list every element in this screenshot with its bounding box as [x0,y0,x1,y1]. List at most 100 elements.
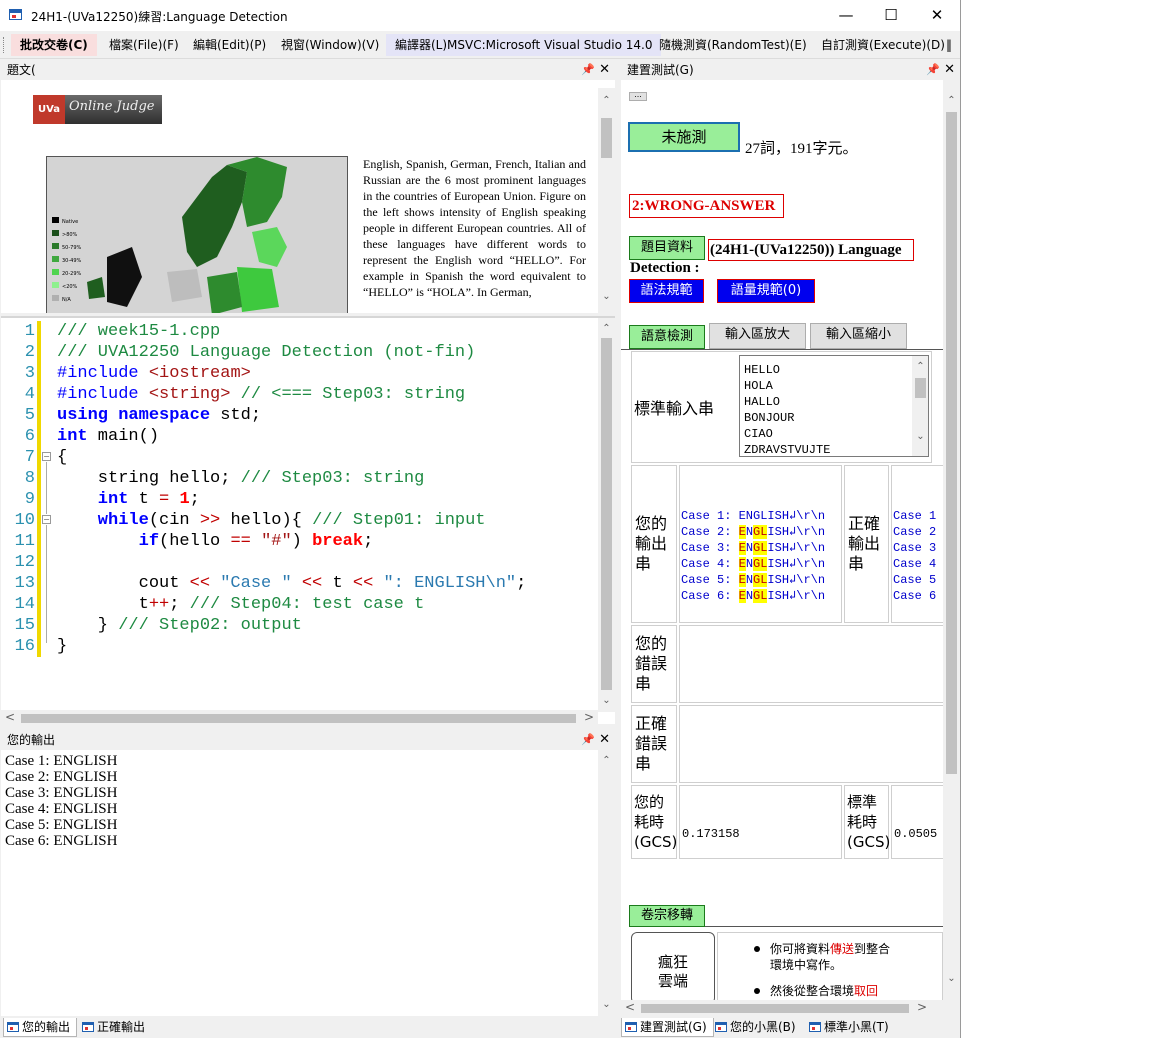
correct-error-cell [679,705,943,783]
stdin-scrollbar[interactable]: ⌃ ⌄ [912,356,928,456]
code-line: cout << "Case " << t << ": ENGLISH\n"; [57,574,527,593]
scroll-left-icon[interactable]: < [625,1000,635,1014]
close-button[interactable]: ✕ [914,0,960,31]
scroll-thumb[interactable] [21,714,576,723]
panel-close-icon[interactable]: ✕ [944,60,955,80]
menu-file[interactable]: 檔案(File)(F) [100,34,188,56]
menu-submit[interactable]: 批改交卷(C) [11,34,97,56]
code-line: } /// Step02: output [57,616,302,635]
menu-random-test[interactable]: 隨機測資(RandomTest)(E) [650,34,816,56]
menu-edit[interactable]: 編輯(Edit)(P) [184,34,275,56]
panel-close-icon[interactable]: ✕ [599,730,610,750]
scroll-thumb[interactable] [601,118,612,158]
bullet-icon [754,946,760,952]
output-line: Case 1: ENGLISH [5,753,118,769]
grammar-rules-button[interactable]: 語法規範 [629,279,704,303]
not-tested-button[interactable]: 未施測 [628,122,740,152]
scroll-up-icon[interactable]: ⌃ [912,358,928,375]
your-time-label-cell: 您的耗時(GCS) [631,785,677,859]
scroll-down-icon[interactable]: ⌄ [912,428,928,445]
scroll-down-icon[interactable]: ⌄ [598,996,615,1013]
minimize-button[interactable]: — [823,0,869,31]
change-indicator-bar [37,321,41,657]
code-line: /// week15-1.cpp [57,322,221,341]
panel-close-icon[interactable]: ✕ [599,60,610,80]
tab-build-test[interactable]: 建置測試(G) [621,1018,714,1037]
menu-bar: 批改交卷(C) 檔案(File)(F) 編輯(Edit)(P) 視窗(Windo… [0,31,960,59]
menu-window[interactable]: 視窗(Window)(V) [272,34,388,56]
transfer-info: 你可將資料傳送到整合環境中寫作。 然後從整合環境取回 [717,932,943,1000]
menu-overflow[interactable]: ‖ [944,34,954,56]
build-test-horizontal-scrollbar[interactable]: < > [621,1000,943,1017]
your-output-line: Case 2: ENGLISH↲\r\n [681,525,826,539]
volume-rules-button[interactable]: 語量規範(0) [717,279,815,303]
correct-output-label-cell: 正確輸出串 [844,465,889,623]
fold-toggle-icon[interactable]: − [42,452,51,461]
crazy-cloud-button[interactable]: 瘋狂雲端 [631,932,715,1000]
your-time-value: 0.173158 [682,827,740,841]
code-line: } [57,637,68,656]
tab-your-debug[interactable]: 您的小黑(B) [712,1018,802,1037]
scroll-thumb[interactable] [915,378,926,398]
scroll-left-icon[interactable]: < [5,710,15,724]
problem-scrollbar[interactable]: ⌃ ⌄ [598,88,615,313]
scroll-thumb[interactable] [601,338,612,690]
correct-output-label: 正確輸出串 [848,514,881,573]
code-line: #include <iostream> [57,364,251,383]
std-time-cell: 0.0505 [891,785,943,859]
code-line: { [57,448,68,467]
build-test-vertical-scrollbar[interactable]: ⌃ ⌄ [943,80,960,1000]
transfer-button[interactable]: 卷宗移轉 [629,905,705,927]
scroll-right-icon[interactable]: > [584,710,594,724]
scroll-up-icon[interactable]: ⌃ [943,92,960,109]
maximize-button[interactable]: ☐ [868,0,914,31]
scroll-thumb[interactable] [641,1004,909,1013]
stdin-row: 標準輸入串 HELLO HOLA HALLO BONJOUR CIAO ZDRA… [631,351,932,463]
window-icon [715,1022,727,1032]
problem-statement: UVa Online Judge Native >80% 50-79% 30-4… [1,80,615,313]
tab-standard-debug[interactable]: 標準小黑(T) [806,1018,895,1037]
tab-correct-output[interactable]: 正確輸出 [79,1018,151,1037]
legend-20: 20-29% [62,271,82,277]
menu-custom-test[interactable]: 自訂測資(Execute)(D) [812,34,954,56]
std-time-value: 0.0505 [894,827,938,841]
uva-logo: UVa Online Judge [33,95,162,124]
code-editor[interactable]: 1 2 3 4 5 6 7 8 9 10 11 12 13 14 15 16 −… [1,316,615,724]
scroll-up-icon[interactable]: ⌃ [598,752,615,769]
problem-info-button[interactable]: 題目資料 [629,236,705,260]
your-output-line: Case 1: ENGLISH↲\r\n [681,509,826,523]
application-window: 24H1-(UVa12250)練習:Language Detection — ☐… [0,0,961,1038]
title-bar: 24H1-(UVa12250)練習:Language Detection — ☐… [0,0,960,31]
scroll-right-icon[interactable]: > [917,1000,927,1014]
output-panel-header: 您的輸出 📌 ✕ [1,730,615,750]
problem-name: (24H1-(UVa12250)) Language [708,239,914,261]
menu-compiler[interactable]: 編譯器(L)MSVC:Microsoft Visual Studio 14.0 [386,34,662,56]
line-number-gutter: 1 2 3 4 5 6 7 8 9 10 11 12 13 14 15 16 [1,318,37,712]
shrink-input-button[interactable]: 輸入區縮小 [810,323,907,349]
output-panel[interactable]: Case 1: ENGLISH Case 2: ENGLISH Case 3: … [1,750,615,1016]
small-ellipsis-button[interactable]: ... [629,91,647,101]
scroll-down-icon[interactable]: ⌄ [943,970,960,987]
scroll-down-icon[interactable]: ⌄ [598,692,615,709]
editor-vertical-scrollbar[interactable]: ⌃ ⌄ [598,318,615,712]
semantic-check-button[interactable]: 語意檢測 [629,325,705,349]
fold-toggle-icon[interactable]: − [42,515,51,524]
pin-icon[interactable]: 📌 [926,60,940,80]
stdin-textbox[interactable]: HELLO HOLA HALLO BONJOUR CIAO ZDRAVSTVUJ… [739,355,929,457]
editor-horizontal-scrollbar[interactable]: < > [1,710,598,724]
enlarge-input-button[interactable]: 輸入區放大 [709,323,806,349]
your-error-label: 您的錯誤串 [635,634,668,693]
output-scrollbar[interactable]: ⌃ ⌄ [598,750,615,1016]
window-icon [7,1022,19,1032]
scroll-down-icon[interactable]: ⌄ [598,288,615,305]
scroll-up-icon[interactable]: ⌃ [598,320,615,337]
code-line: /// UVA12250 Language Detection (not-fin… [57,343,476,362]
pin-icon[interactable]: 📌 [581,730,595,750]
pin-icon[interactable]: 📌 [581,60,595,80]
scroll-thumb[interactable] [946,112,957,774]
your-time-cell: 0.173158 [679,785,842,859]
tab-your-output[interactable]: 您的輸出 [3,1018,78,1037]
word-count: 27詞，191字元。 [745,141,858,157]
scroll-up-icon[interactable]: ⌃ [598,92,615,109]
problem-description: English, Spanish, German, French, Italia… [363,157,586,299]
